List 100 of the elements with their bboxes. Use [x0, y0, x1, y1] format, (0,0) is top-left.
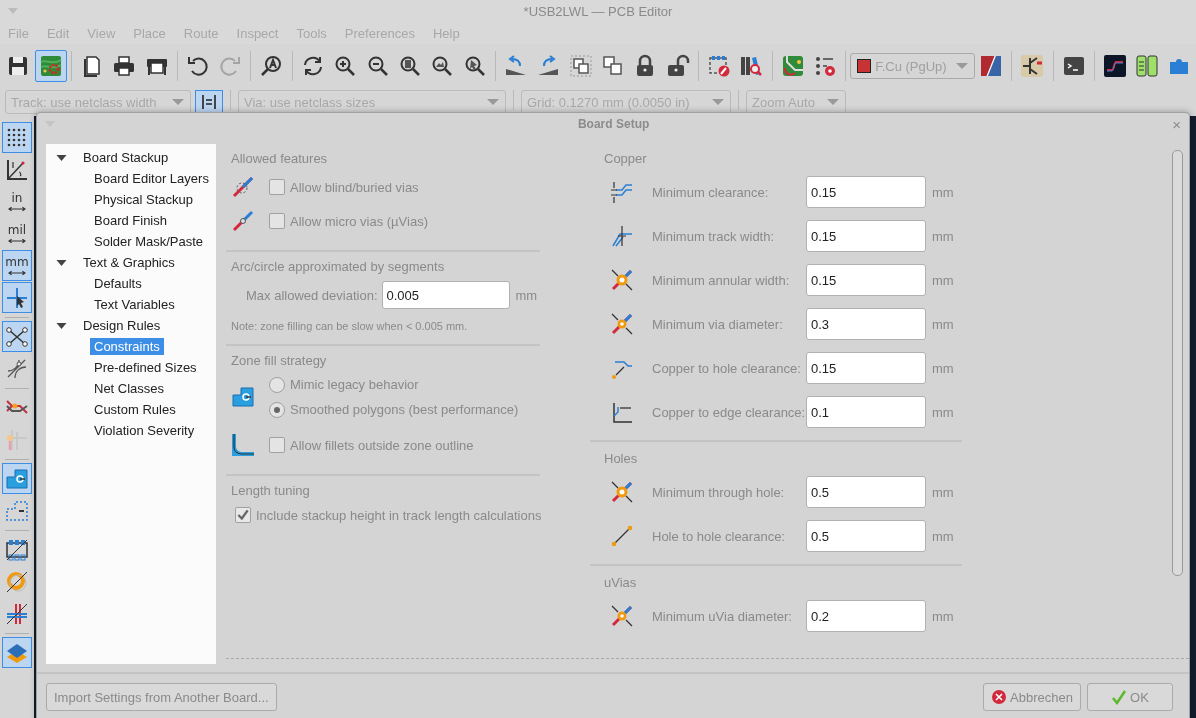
section-heading: Length tuning — [231, 482, 311, 500]
ratsnest-button[interactable] — [2, 321, 32, 352]
field-label: Minimum uVia diameter: — [652, 608, 793, 624]
tree-item[interactable]: Custom Rules — [90, 401, 180, 418]
fillet-icon — [231, 433, 255, 457]
section-heading: Copper — [603, 150, 648, 168]
track-mode-button[interactable] — [195, 90, 223, 114]
double-arrow-icon — [8, 237, 26, 244]
checkbox[interactable] — [235, 507, 251, 523]
value-field[interactable]: 0.15 — [806, 220, 926, 252]
value-field[interactable]: 0.2 — [806, 600, 926, 632]
value-field[interactable]: 0.15 — [806, 352, 926, 384]
checkbox[interactable] — [269, 179, 285, 195]
checkbox[interactable] — [269, 437, 285, 453]
cursor-button[interactable] — [2, 282, 32, 313]
checkbox[interactable] — [269, 213, 285, 229]
tree-item[interactable]: Board Editor Layers — [90, 170, 213, 187]
unit-label: mm — [932, 404, 954, 420]
zone-filled-button[interactable] — [2, 463, 32, 494]
tree-item[interactable]: Text Variables — [90, 296, 179, 313]
track-sketch-icon — [5, 601, 29, 626]
unit-label: mm — [932, 272, 954, 288]
value-field[interactable]: 0.1 — [806, 396, 926, 428]
expand-arrow-icon[interactable] — [56, 257, 67, 268]
unit-button[interactable]: mm — [2, 250, 32, 281]
radio-button[interactable] — [269, 376, 285, 393]
tree-item[interactable]: Net Classes — [90, 380, 169, 397]
unit-button[interactable]: mil — [2, 218, 32, 249]
cursor-icon — [5, 285, 29, 310]
layers-button[interactable] — [2, 637, 32, 668]
hole-to-hole-icon — [610, 524, 634, 548]
unit-label: mm — [932, 184, 954, 200]
unit-label: mm — [932, 608, 954, 624]
field-label: Max allowed deviation: — [246, 287, 378, 303]
field-label: Minimum via diameter: — [652, 316, 784, 332]
track-width-icon — [610, 224, 634, 248]
unit-label: mm — [515, 287, 538, 303]
tree-item[interactable]: Physical Stackup — [90, 191, 197, 208]
grid-dots-button[interactable] — [2, 122, 32, 153]
zone-outline-icon — [5, 498, 29, 523]
tree-item[interactable]: Violation Severity — [90, 422, 199, 439]
unit-label: mm — [932, 360, 954, 376]
via-ring-icon — [5, 569, 29, 594]
footprint-pads-icon — [5, 537, 29, 562]
tree-item[interactable]: Solder Mask/Paste — [90, 233, 208, 250]
field-label: Copper to hole clearance: — [652, 360, 802, 376]
note-text: Note: zone filling can be slow when < 0.005 mm. — [231, 320, 469, 332]
radio-label: Smoothed polygons (best performance) — [290, 402, 519, 417]
clearance-icon — [610, 180, 634, 204]
value-field[interactable]: 0.15 — [806, 176, 926, 208]
zone-filled-icon — [231, 385, 255, 409]
annular-ring-icon — [610, 480, 634, 504]
checkbox-label: Include stackup height in track length calculations — [256, 507, 542, 523]
tree-item[interactable]: Board Stackup — [79, 149, 173, 166]
checkmark-icon — [1111, 689, 1128, 705]
field-label: Minimum through hole: — [652, 484, 786, 500]
tree-item[interactable]: Design Rules — [79, 317, 165, 334]
tree-item[interactable]: Text & Graphics — [79, 254, 179, 271]
polar-axes-icon — [5, 157, 29, 182]
zone-filled-icon — [5, 466, 29, 491]
deviation-field[interactable]: 0.005 — [381, 281, 510, 309]
field-label: Minimum annular width: — [652, 272, 791, 288]
cancel-icon — [991, 689, 1008, 705]
section-heading: Holes — [603, 450, 639, 468]
blind-via-icon — [231, 175, 255, 199]
value-field[interactable]: 0.5 — [806, 476, 926, 508]
radio-button[interactable] — [269, 401, 285, 418]
double-arrow-icon — [8, 269, 26, 276]
unit-button[interactable]: in — [2, 186, 32, 217]
value-field[interactable]: 0.5 — [806, 520, 926, 552]
dialog-title: Board Setup — [577, 117, 650, 131]
tree-item[interactable]: Defaults — [90, 275, 146, 292]
unit-label: mm — [932, 528, 954, 544]
field-label: Minimum track width: — [652, 228, 776, 244]
tree-item[interactable]: Board Finish — [90, 212, 171, 229]
section-heading: Zone fill strategy — [231, 352, 328, 370]
section-heading: Allowed features — [231, 150, 329, 168]
field-label: Copper to edge clearance: — [652, 404, 806, 420]
field-label: Hole to hole clearance: — [652, 528, 786, 544]
radio-label: Mimic legacy behavior — [290, 377, 419, 392]
field-label: Minimum clearance: — [652, 184, 770, 200]
micro-via-icon — [231, 209, 255, 233]
section-heading: uVias — [603, 574, 638, 592]
expand-arrow-icon[interactable] — [56, 152, 67, 163]
double-arrow-icon — [8, 205, 26, 212]
unit-label: mm — [932, 316, 954, 332]
via-diameter-icon — [610, 604, 634, 628]
edge-clearance-icon — [610, 400, 634, 424]
via-diameter-icon — [610, 312, 634, 336]
checkbox-label: Allow micro vias (µVias) — [290, 213, 428, 229]
checkbox-label: Allow fillets outside zone outline — [290, 437, 474, 453]
unit-label: mm — [932, 484, 954, 500]
annular-ring-icon — [610, 268, 634, 292]
section-heading: Arc/circle approximated by segments — [231, 258, 446, 276]
tree-item[interactable]: Pre-defined Sizes — [90, 359, 201, 376]
ratsnest-icon — [5, 324, 29, 349]
value-field[interactable]: 0.15 — [806, 264, 926, 296]
scrollbar[interactable] — [1172, 150, 1183, 576]
expand-arrow-icon[interactable] — [56, 320, 67, 331]
value-field[interactable]: 0.3 — [806, 308, 926, 340]
